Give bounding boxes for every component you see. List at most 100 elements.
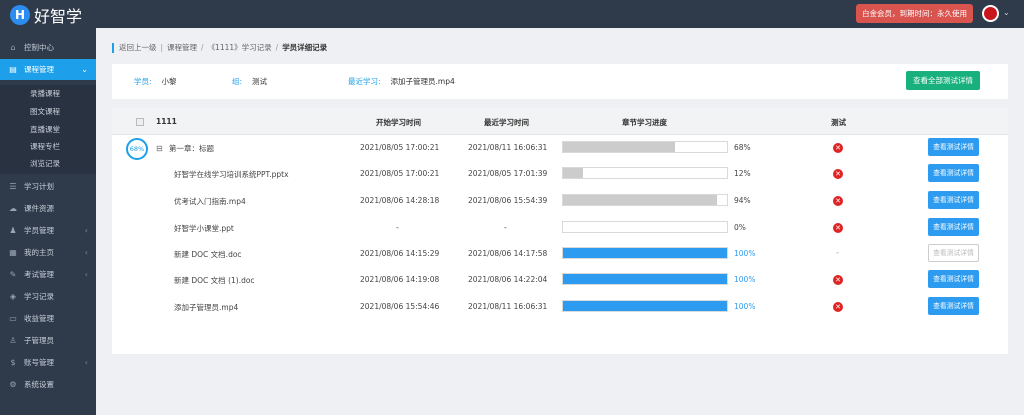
chevron-down-icon[interactable]: ⌄ (1003, 8, 1010, 17)
sidebar-item-dashboard[interactable]: ⌂ 控制中心 (0, 37, 96, 58)
table-row: 新建 DOC 文档.doc 2021/08/06 14:15:29 2021/08/… (112, 240, 1008, 266)
group-label: 组: (232, 77, 243, 86)
sidebar-item-courses[interactable]: ▤ 课程管理 ⌄ (0, 59, 96, 80)
view-all-tests-button[interactable]: 查看全部测试详情 (906, 71, 980, 90)
progress-percent: 100% (734, 275, 756, 284)
progress-fill (563, 301, 727, 311)
row-recent-time: - (504, 223, 507, 232)
page-icon: ▦ (9, 248, 17, 257)
row-start-time: 2021/08/06 14:15:29 (360, 249, 440, 258)
fail-icon: ✕ (833, 275, 843, 285)
progress-bar (562, 221, 728, 233)
sidebar-subitem-article[interactable]: 图文课程 (30, 106, 60, 117)
sidebar-item-label: 账号管理 (24, 358, 54, 367)
table-row: 新建 DOC 文档 (1).doc 2021/08/06 14:19:08 2021… (112, 266, 1008, 292)
sidebar-item-label: 学习记录 (24, 292, 54, 301)
row-start-time: 2021/08/06 14:28:18 (360, 196, 440, 205)
row-name: 新建 DOC 文档 (1).doc (174, 276, 255, 285)
chevron-down-icon: ⌄ (81, 65, 88, 74)
row-recent-time: 2021/08/05 17:01:39 (468, 169, 548, 178)
recent-value: 添加子管理员.mp4 (390, 77, 455, 86)
row-recent-time: 2021/08/06 14:17:58 (468, 249, 548, 258)
sidebar-item-plan[interactable]: ☰ 学习计划 (0, 176, 96, 197)
progress-fill (563, 248, 727, 258)
sidebar-item-label: 课件资源 (24, 204, 54, 213)
breadcrumb-separator: / (201, 43, 204, 52)
sidebar-item-settings[interactable]: ⚙ 系统设置 (0, 374, 96, 395)
sidebar-item-revenue[interactable]: ▭ 收益管理 (0, 308, 96, 329)
avatar[interactable] (982, 5, 999, 22)
select-all-checkbox[interactable] (136, 118, 144, 126)
view-test-details-button[interactable]: 查看测试详情 (928, 270, 979, 288)
group-info: 组: 测试 (232, 76, 267, 87)
study-record-table: 1111 开始学习时间 最近学习时间 章节学习进度 测试 68% ⊟ 第一章：标… (112, 108, 1008, 354)
sidebar-item-label: 学习计划 (24, 182, 54, 191)
sidebar-item-subadmins[interactable]: ♙ 子管理员 (0, 330, 96, 351)
vip-badge[interactable]: 白金会员，到期时间：永久使用 (856, 4, 973, 23)
breadcrumb-record[interactable]: 《1111》学习记录 (208, 42, 272, 53)
row-start-time: - (396, 223, 399, 232)
view-test-details-button[interactable]: 查看测试详情 (928, 297, 979, 315)
breadcrumb-courses[interactable]: 课程管理 (167, 42, 197, 53)
progress-percent: 68% (734, 143, 751, 152)
view-test-details-button[interactable]: 查看测试详情 (928, 191, 979, 209)
view-test-details-button[interactable]: 查看测试详情 (928, 218, 979, 236)
sidebar-item-label: 子管理员 (24, 336, 54, 345)
logo[interactable]: H 好智学 (10, 3, 82, 27)
progress-percent: 94% (734, 196, 751, 205)
exam-icon: ✎ (9, 270, 17, 279)
gear-icon: ⚙ (9, 380, 17, 389)
sidebar-item-label: 控制中心 (24, 43, 54, 52)
table-row: 好智学小课堂.ppt - - 0% ✕ 查看测试详情 (112, 214, 1008, 240)
sidebar-subitem-live[interactable]: 直播课堂 (30, 124, 60, 135)
fail-icon: ✕ (833, 143, 843, 153)
table-header: 1111 开始学习时间 最近学习时间 章节学习进度 测试 (112, 108, 1008, 135)
view-test-details-button[interactable]: 查看测试详情 (928, 138, 979, 156)
breadcrumb-back[interactable]: 返回上一级 (119, 42, 157, 53)
sidebar-subitem-column[interactable]: 课程专栏 (30, 141, 60, 152)
sidebar-item-homepage[interactable]: ▦ 我的主页 ‹ (0, 242, 96, 263)
progress-percent: 100% (734, 302, 756, 311)
header-name: 1111 (156, 117, 177, 126)
sidebar-item-exams[interactable]: ✎ 考试管理 ‹ (0, 264, 96, 285)
recent-info: 最近学习: 添加子管理员.mp4 (348, 76, 455, 87)
progress-percent: 100% (734, 249, 756, 258)
breadcrumb: 返回上一级 | 课程管理 / 《1111》学习记录 / 学员详细记录 (112, 42, 327, 53)
chevron-left-icon: ‹ (84, 358, 88, 367)
plan-icon: ☰ (9, 182, 17, 191)
logo-badge: H (10, 5, 30, 25)
row-recent-time: 2021/08/11 16:06:31 (468, 302, 548, 311)
header-start-time: 开始学习时间 (376, 118, 421, 127)
wallet-icon: ▭ (9, 314, 17, 323)
breadcrumb-marker (112, 42, 114, 53)
progress-fill (563, 168, 583, 178)
progress-fill (563, 195, 718, 205)
sidebar-item-records[interactable]: ◈ 学习记录 (0, 286, 96, 307)
progress-bar (562, 141, 728, 153)
student-info: 学员: 小黎 (134, 76, 177, 87)
student-info-card: 学员: 小黎 组: 测试 最近学习: 添加子管理员.mp4 查看全部测试详情 (112, 64, 1008, 99)
fail-icon: ✕ (833, 302, 843, 312)
sidebar-item-resources[interactable]: ☁ 课件资源 (0, 198, 96, 219)
breadcrumb-current: 学员详细记录 (282, 43, 328, 52)
sidebar-item-accounts[interactable]: $ 账号管理 ‹ (0, 352, 96, 373)
group-value: 测试 (252, 77, 268, 86)
chevron-left-icon: ‹ (84, 270, 88, 279)
header-test: 测试 (831, 118, 846, 127)
sidebar-subitem-recorded[interactable]: 录播课程 (30, 88, 60, 99)
row-start-time: 2021/08/06 15:54:46 (360, 302, 440, 311)
sidebar-item-label: 我的主页 (24, 248, 54, 257)
student-label: 学员: (134, 77, 152, 86)
sidebar-item-label: 收益管理 (24, 314, 54, 323)
sidebar-item-students[interactable]: ♟ 学员管理 ‹ (0, 220, 96, 241)
recent-label: 最近学习: (348, 77, 381, 86)
users-icon: ♟ (9, 226, 17, 235)
breadcrumb-separator: / (275, 43, 279, 52)
row-name: 优考试入门指南.mp4 (174, 197, 246, 206)
view-test-details-button[interactable]: 查看测试详情 (928, 164, 979, 182)
progress-bar (562, 167, 728, 179)
sidebar-subitem-history[interactable]: 浏览记录 (30, 158, 60, 169)
sidebar-item-label: 考试管理 (24, 270, 54, 279)
header-progress: 章节学习进度 (622, 118, 667, 127)
row-recent-time: 2021/08/06 15:54:39 (468, 196, 548, 205)
